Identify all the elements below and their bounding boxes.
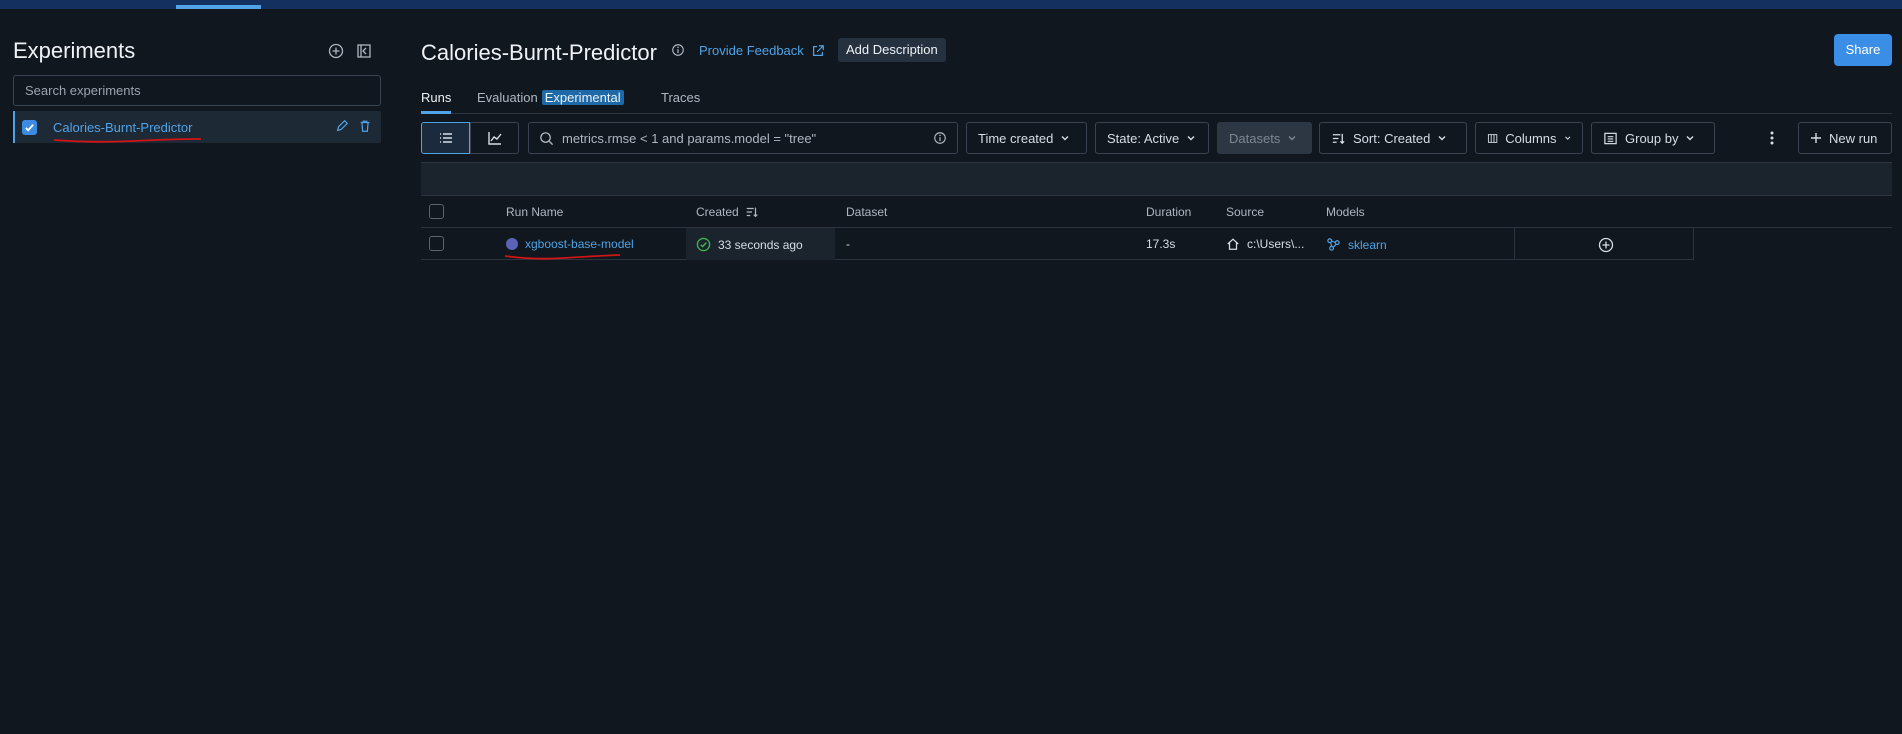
duration-value: 17.3s <box>1146 237 1176 251</box>
add-description-button[interactable]: Add Description <box>838 38 946 62</box>
created-value: 33 seconds ago <box>718 237 803 252</box>
column-header-duration[interactable]: Duration <box>1146 205 1191 219</box>
run-search-box[interactable] <box>528 122 958 154</box>
sort-desc-icon <box>746 207 758 218</box>
run-name-link[interactable]: xgboost-base-model <box>525 237 634 251</box>
table-row[interactable]: xgboost-base-model 33 seconds ago - 17.3… <box>421 228 1694 260</box>
edit-icon[interactable] <box>335 119 351 135</box>
time-created-dropdown[interactable]: Time created <box>966 122 1087 154</box>
group-by-label: Group by <box>1625 130 1679 146</box>
datasets-label: Datasets <box>1229 130 1281 146</box>
tab-evaluation-label: Evaluation <box>477 90 538 105</box>
datasets-dropdown[interactable]: Datasets <box>1217 122 1312 154</box>
column-header-label: Duration <box>1146 205 1192 219</box>
delete-icon[interactable] <box>358 119 374 135</box>
column-header-source[interactable]: Source <box>1226 205 1264 219</box>
tab-traces[interactable]: Traces <box>661 90 700 105</box>
column-header-label: Models <box>1326 205 1365 219</box>
chevron-down-icon <box>1564 136 1570 140</box>
sort-dropdown[interactable]: Sort: Created <box>1319 122 1467 154</box>
red-annotation-underline <box>504 254 621 260</box>
sort-label: Sort: Created <box>1353 130 1431 146</box>
table-header-row: Run Name Created Dataset Duration Source… <box>421 196 1892 228</box>
add-column-icon[interactable] <box>1598 237 1614 253</box>
active-tab-indicator <box>421 111 451 114</box>
top-nav-bar <box>0 0 1902 9</box>
search-icon <box>540 131 554 145</box>
tab-runs[interactable]: Runs <box>421 90 451 105</box>
experiment-checkbox[interactable] <box>22 120 37 135</box>
group-by-dropdown[interactable]: Group by <box>1591 122 1715 154</box>
dataset-value: - <box>846 237 850 251</box>
experimental-badge: Experimental <box>541 90 624 105</box>
share-button[interactable]: Share <box>1834 34 1892 66</box>
sidebar-title: Experiments <box>13 38 136 63</box>
columns-label: Columns <box>1505 130 1557 146</box>
feedback-label: Provide Feedback <box>699 43 804 58</box>
collapse-sidebar-icon[interactable] <box>354 41 374 61</box>
line-chart-icon <box>487 132 502 145</box>
column-header-label: Dataset <box>846 205 888 219</box>
table-column-group-header <box>421 162 1892 196</box>
tab-runs-label: Runs <box>421 90 452 105</box>
plus-icon <box>1811 133 1821 143</box>
tab-evaluation[interactable]: Evaluation Experimental <box>477 90 624 105</box>
external-link-icon <box>812 44 824 56</box>
home-icon <box>1227 238 1239 250</box>
new-run-label: New run <box>1829 130 1878 146</box>
red-annotation-underline <box>53 138 202 143</box>
column-header-label: Source <box>1226 205 1265 219</box>
column-header-label: Run Name <box>506 205 564 219</box>
run-search-input[interactable] <box>562 130 925 146</box>
chevron-down-icon <box>1187 136 1195 141</box>
group-icon <box>1604 132 1617 144</box>
search-info-icon[interactable] <box>933 131 947 145</box>
run-color-dot[interactable] <box>506 238 518 250</box>
time-created-label: Time created <box>978 130 1054 146</box>
add-column-cell <box>1514 228 1694 260</box>
chevron-down-icon <box>1061 136 1069 141</box>
top-nav-active-indicator <box>176 5 261 9</box>
state-dropdown[interactable]: State: Active <box>1095 122 1209 154</box>
model-link[interactable]: sklearn <box>1348 238 1387 252</box>
table-view-button[interactable] <box>421 122 470 154</box>
columns-icon <box>1487 133 1498 143</box>
new-run-button[interactable]: New run <box>1798 122 1892 154</box>
info-icon[interactable] <box>671 43 687 59</box>
chevron-down-icon <box>1686 136 1694 141</box>
add-experiment-icon[interactable] <box>326 41 346 61</box>
search-experiments-input[interactable] <box>13 75 381 106</box>
chevron-down-icon <box>1438 136 1446 141</box>
source-value[interactable]: c:\Users\... <box>1247 237 1304 251</box>
state-label: State: Active <box>1107 130 1180 146</box>
column-header-dataset[interactable]: Dataset <box>846 205 887 219</box>
column-header-label: Created <box>696 205 739 219</box>
chart-view-button[interactable] <box>470 122 519 154</box>
tab-traces-label: Traces <box>661 90 701 105</box>
page-title: Calories-Burnt-Predictor <box>421 40 657 65</box>
runs-toolbar: Time created State: Active Datasets Sort… <box>421 122 1892 154</box>
more-options-icon[interactable] <box>1762 128 1782 148</box>
column-header-created[interactable]: Created <box>696 205 759 219</box>
sort-icon <box>1332 133 1345 144</box>
success-check-icon <box>696 237 711 252</box>
chevron-down-icon <box>1288 136 1296 141</box>
row-checkbox[interactable] <box>429 236 444 251</box>
tab-bar: Runs Evaluation Experimental Traces <box>421 86 1892 114</box>
select-all-checkbox[interactable] <box>429 204 444 219</box>
column-header-models[interactable]: Models <box>1326 205 1365 219</box>
provide-feedback-link[interactable]: Provide Feedback <box>699 43 825 58</box>
experiment-name[interactable]: Calories-Burnt-Predictor <box>53 120 192 135</box>
columns-dropdown[interactable]: Columns <box>1475 122 1583 154</box>
model-icon <box>1327 238 1340 251</box>
column-header-run-name[interactable]: Run Name <box>506 205 563 219</box>
runs-table: Run Name Created Dataset Duration Source… <box>421 162 1892 260</box>
list-icon <box>439 133 452 143</box>
experiment-item[interactable]: Calories-Burnt-Predictor <box>13 111 381 143</box>
